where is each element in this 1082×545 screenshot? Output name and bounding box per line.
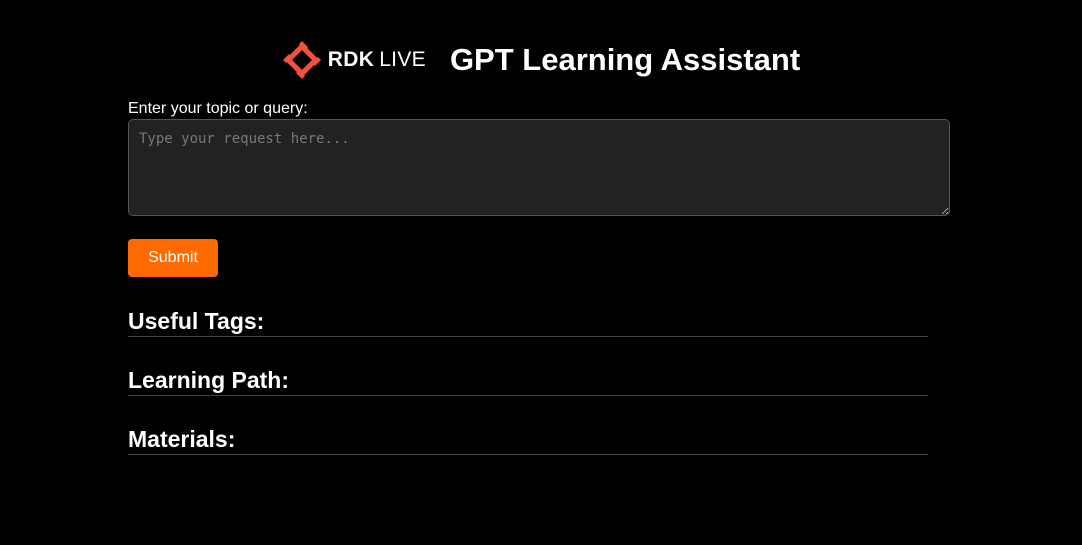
logo-wordmark-bold: RDK: [327, 48, 375, 71]
query-label: Enter your topic or query:: [128, 100, 308, 117]
logo-wordmark: RDK LIVE: [328, 48, 426, 72]
learning-path-section: Learning Path:: [128, 365, 928, 396]
learning-path-heading: Learning Path:: [128, 367, 290, 393]
rdk-live-logo[interactable]: RDK LIVE: [282, 40, 426, 80]
useful-tags-section: Useful Tags:: [128, 306, 928, 337]
page-header: RDK LIVE GPT Learning Assistant: [0, 38, 1082, 82]
submit-button[interactable]: Submit: [128, 239, 218, 277]
page-title: GPT Learning Assistant: [449, 42, 801, 77]
materials-heading: Materials:: [128, 426, 236, 452]
useful-tags-heading: Useful Tags:: [128, 308, 265, 334]
logo-wordmark-light: LIVE: [379, 48, 426, 71]
query-input[interactable]: [128, 119, 950, 216]
materials-section: Materials:: [128, 424, 928, 455]
rdk-live-logo-icon: [282, 41, 321, 79]
